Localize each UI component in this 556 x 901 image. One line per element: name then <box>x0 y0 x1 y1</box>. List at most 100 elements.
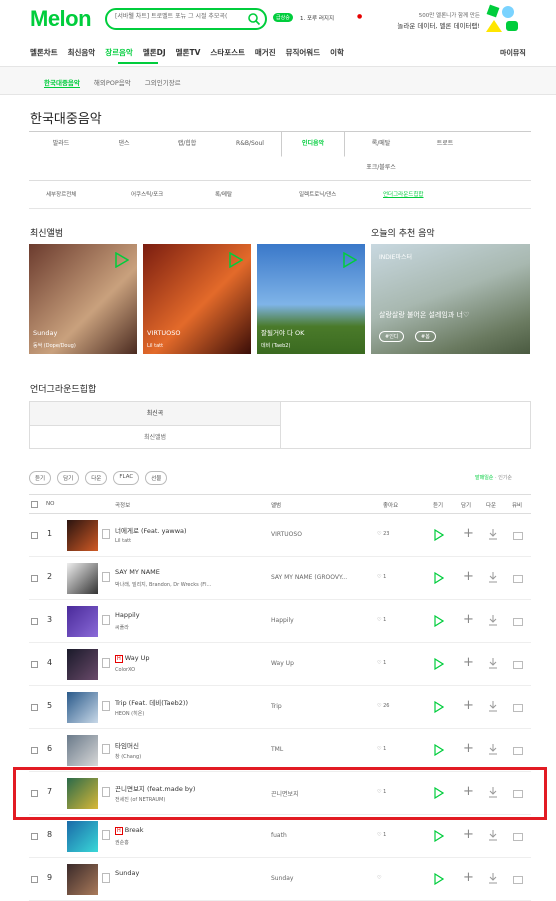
album-thumbnail[interactable] <box>67 606 98 637</box>
download-icon[interactable] <box>488 700 498 712</box>
mv-icon[interactable] <box>513 704 523 712</box>
add-button[interactable]: 담기 <box>57 471 80 485</box>
album-title[interactable]: VIRTUOSO <box>147 329 181 337</box>
row-checkbox[interactable] <box>31 704 38 711</box>
song-title[interactable]: Trip (Feat. 데비(Taeb2)) <box>115 697 188 707</box>
table-row[interactable]: 5 Trip (Feat. 데비(Taeb2)) HEON (히온) Trip ♡ 26… <box>29 686 531 729</box>
download-icon[interactable] <box>488 743 498 755</box>
song-artist[interactable]: 씨플라 <box>115 624 129 631</box>
song-info-icon[interactable] <box>102 572 110 582</box>
add-icon[interactable]: + <box>463 871 474 884</box>
like-button[interactable]: ♡ 26 <box>377 703 389 709</box>
subgenre-underground-hiphop[interactable]: 언더그라운드힙합 <box>383 190 423 198</box>
row-checkbox[interactable] <box>31 575 38 582</box>
download-icon[interactable] <box>488 657 498 669</box>
play-icon[interactable] <box>343 252 357 268</box>
play-icon[interactable] <box>434 658 444 670</box>
like-button[interactable]: ♡ 1 <box>377 660 386 666</box>
album-card[interactable]: 잘될거야 다 OK 데비 (Taeb2) <box>257 244 365 354</box>
song-album[interactable]: TML <box>271 746 283 753</box>
song-info-icon[interactable] <box>102 701 110 711</box>
tab-latest-albums[interactable]: 최신앨범 <box>30 426 281 449</box>
song-info-icon[interactable] <box>102 744 110 754</box>
album-thumbnail[interactable] <box>67 864 98 895</box>
song-artist[interactable]: 박나래, 빌리지, Brandon, Dr Wrecks (Fl... <box>115 581 211 588</box>
tab-latest-songs[interactable]: 최신곡 <box>30 402 281 426</box>
add-icon[interactable]: + <box>463 613 474 626</box>
select-all-checkbox[interactable] <box>31 501 38 508</box>
sort-release[interactable]: 발매일순 <box>475 475 493 481</box>
song-title-text[interactable]: Break <box>125 826 144 834</box>
song-album[interactable]: SAY MY NAME (GROOVY... <box>271 574 347 581</box>
row-checkbox[interactable] <box>31 876 38 883</box>
flac-button[interactable]: FLAC <box>113 471 140 485</box>
subnav-korean[interactable]: 한국대중음악 <box>44 77 80 88</box>
nav-more[interactable]: 이학 <box>330 47 344 58</box>
song-title[interactable]: H Way Up <box>115 654 150 663</box>
song-title[interactable]: 타임머신 <box>115 740 139 750</box>
song-album[interactable]: Trip <box>271 703 282 710</box>
sort-popular[interactable]: 인기순 <box>498 475 512 481</box>
nav-genre[interactable]: 장르음악 <box>105 47 133 58</box>
search-icon[interactable] <box>247 12 261 26</box>
add-icon[interactable]: + <box>463 828 474 841</box>
add-icon[interactable]: + <box>463 742 474 755</box>
mv-icon[interactable] <box>513 833 523 841</box>
song-info-icon[interactable] <box>102 529 110 539</box>
nav-mymusic[interactable]: 마이뮤직 <box>500 48 526 58</box>
play-icon[interactable] <box>434 615 444 627</box>
song-title-text[interactable]: Sunday <box>115 869 139 877</box>
song-info-icon[interactable] <box>102 658 110 668</box>
tab-hiphop[interactable]: 랩/힙합 <box>155 132 219 156</box>
recommend-tag[interactable]: #인디 <box>379 331 405 342</box>
search-input[interactable] <box>115 12 247 19</box>
listen-button[interactable]: 듣기 <box>29 471 52 485</box>
mv-icon[interactable] <box>513 661 523 669</box>
table-row[interactable]: 9 Sunday Sunday ♡ + <box>29 858 531 901</box>
album-thumbnail[interactable] <box>67 520 98 551</box>
add-icon[interactable]: + <box>463 699 474 712</box>
add-icon[interactable]: + <box>463 656 474 669</box>
album-title[interactable]: Sunday <box>33 329 57 337</box>
song-album[interactable]: VIRTUOSO <box>271 531 302 538</box>
play-icon[interactable] <box>434 744 444 756</box>
song-title-text[interactable]: Way Up <box>125 654 150 662</box>
like-button[interactable]: ♡ <box>377 875 381 881</box>
promo-graphic-icon[interactable] <box>484 4 522 34</box>
album-thumbnail[interactable] <box>67 821 98 852</box>
melon-logo[interactable]: Melon <box>30 6 92 32</box>
song-info-icon[interactable] <box>102 615 110 625</box>
play-icon[interactable] <box>115 252 129 268</box>
row-checkbox[interactable] <box>31 747 38 754</box>
album-thumbnail[interactable] <box>67 649 98 680</box>
play-icon[interactable] <box>434 701 444 713</box>
promo-title[interactable]: 놀라운 데이터, 멜론 데이터랩! <box>360 20 480 30</box>
add-icon[interactable]: + <box>463 527 474 540</box>
song-info-icon[interactable] <box>102 830 110 840</box>
mv-icon[interactable] <box>513 618 523 626</box>
download-icon[interactable] <box>488 872 498 884</box>
like-button[interactable]: ♡ 1 <box>377 746 386 752</box>
download-button[interactable]: 다운 <box>85 471 108 485</box>
download-icon[interactable] <box>488 614 498 626</box>
album-thumbnail[interactable] <box>67 692 98 723</box>
table-row[interactable]: 1 너에게로 (Feat. yawwa) Lil tatt VIRTUOSO ♡ 23 + <box>29 514 531 557</box>
tab-rnb[interactable]: R&B/Soul <box>218 132 282 156</box>
gift-button[interactable]: 선물 <box>145 471 168 485</box>
album-artist[interactable]: Lil tatt <box>147 343 163 349</box>
song-title-text[interactable]: SAY MY NAME <box>115 568 160 576</box>
song-title[interactable]: Sunday <box>115 869 139 877</box>
subgenre-all[interactable]: 세부장르전체 <box>46 190 76 198</box>
subnav-pop[interactable]: 해외POP음악 <box>94 77 131 88</box>
subgenre-acoustic[interactable]: 어쿠스틱/포크 <box>131 190 163 198</box>
row-checkbox[interactable] <box>31 532 38 539</box>
song-artist[interactable]: HEON (히온) <box>115 710 144 717</box>
song-title[interactable]: 너에게로 (Feat. yawwa) <box>115 525 187 535</box>
nav-tv[interactable]: 멜론TV <box>176 47 201 58</box>
table-row[interactable]: 2 SAY MY NAME 박나래, 빌리지, Brandon, Dr Wrecks… <box>29 557 531 600</box>
row-checkbox[interactable] <box>31 618 38 625</box>
nav-award[interactable]: 뮤직어워드 <box>286 47 321 58</box>
like-button[interactable]: ♡ 1 <box>377 574 386 580</box>
song-title-text[interactable]: Trip (Feat. 데비(Taeb2)) <box>115 699 188 707</box>
table-row[interactable]: 4 H Way Up ColorXO Way Up ♡ 1 + <box>29 643 531 686</box>
